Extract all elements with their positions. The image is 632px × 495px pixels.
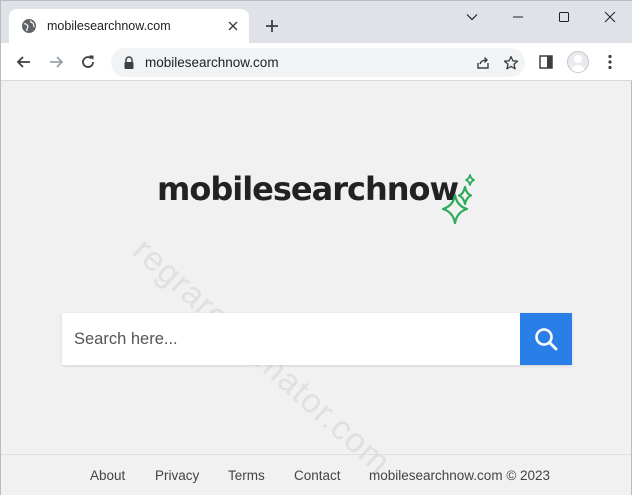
new-tab-button[interactable]	[259, 13, 285, 39]
tab-close-icon[interactable]	[223, 16, 243, 36]
share-icon[interactable]	[469, 49, 497, 77]
search-input[interactable]	[62, 313, 520, 365]
forward-button[interactable]	[41, 47, 71, 77]
reload-icon	[82, 55, 94, 68]
close-window-button[interactable]	[587, 1, 632, 33]
url-text[interactable]: mobilesearchnow.com	[145, 55, 469, 70]
profile-button[interactable]	[564, 47, 592, 77]
browser-tab[interactable]: mobilesearchnow.com	[9, 9, 249, 43]
chevron-down-icon	[466, 14, 478, 21]
reload-button[interactable]	[73, 47, 103, 77]
footer-link-about[interactable]: About	[90, 468, 125, 483]
globe-icon	[21, 18, 37, 34]
logo-text: mobilesearchnow	[157, 170, 459, 208]
browser-toolbar: mobilesearchnow.com	[1, 43, 632, 81]
sparkle-icon	[441, 174, 475, 225]
maximize-button[interactable]	[541, 1, 587, 33]
close-icon	[604, 11, 616, 23]
more-menu-icon	[608, 54, 612, 70]
footer-link-contact[interactable]: Contact	[294, 468, 341, 483]
back-button[interactable]	[9, 47, 39, 77]
maximize-icon	[559, 12, 569, 22]
bookmark-star-icon[interactable]	[497, 49, 525, 77]
page-footer: About Privacy Terms Contact mobilesearch…	[1, 454, 631, 495]
tab-search-button[interactable]	[449, 1, 495, 33]
tab-strip: mobilesearchnow.com	[1, 1, 632, 43]
back-arrow-icon	[16, 56, 30, 68]
more-menu-button[interactable]	[596, 47, 624, 77]
browser-window: mobilesearchnow.com mobilesearchnow.com …	[0, 0, 632, 495]
side-panel-icon	[539, 55, 553, 69]
site-logo: mobilesearchnow	[157, 169, 475, 229]
footer-copyright: mobilesearchnow.com © 2023	[369, 468, 551, 483]
window-controls	[449, 1, 632, 33]
search-button[interactable]	[520, 313, 572, 365]
lock-icon	[123, 55, 135, 70]
profile-avatar-icon	[567, 51, 589, 73]
search-icon	[535, 328, 558, 351]
side-panel-button[interactable]	[532, 47, 560, 77]
address-bar[interactable]: mobilesearchnow.com	[111, 48, 525, 77]
minimize-icon	[513, 16, 523, 18]
plus-icon	[266, 20, 278, 32]
minimize-button[interactable]	[495, 1, 541, 33]
forward-arrow-icon	[50, 56, 64, 68]
tab-title: mobilesearchnow.com	[47, 19, 171, 33]
page-content: regrareanimator.com mobilesearchnow Abou…	[1, 81, 631, 495]
search-box	[62, 313, 572, 365]
footer-link-terms[interactable]: Terms	[228, 468, 265, 483]
footer-link-privacy[interactable]: Privacy	[155, 468, 199, 483]
